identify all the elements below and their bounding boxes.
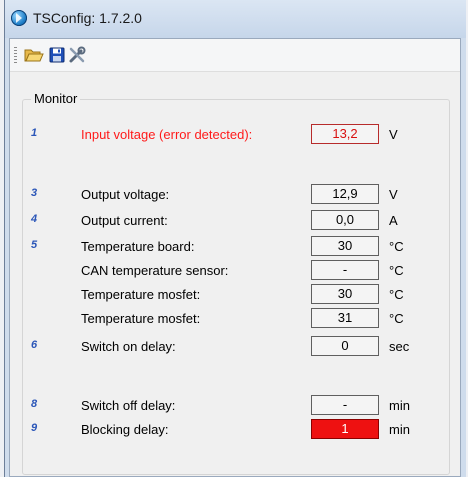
monitor-group-label: Monitor xyxy=(31,91,81,106)
row-unit: min xyxy=(389,422,410,437)
monitor-row-output-voltage: 3 Output voltage: 12,9 V xyxy=(23,184,449,206)
blocking-delay-value: 1 xyxy=(311,419,379,439)
row-index: 3 xyxy=(31,187,38,199)
toolbar-grip-icon[interactable] xyxy=(14,47,17,63)
row-label: Temperature mosfet: xyxy=(81,287,201,302)
row-label: Blocking delay: xyxy=(81,422,169,437)
row-label: Output current: xyxy=(81,213,168,228)
temperature-board-value: 30 xyxy=(311,236,379,256)
row-label: CAN temperature sensor: xyxy=(81,263,229,278)
window-title: TSConfig: 1.7.2.0 xyxy=(33,10,142,26)
temperature-mosfet-2-value: 31 xyxy=(311,308,379,328)
row-index: 8 xyxy=(31,398,38,410)
row-label: Temperature board: xyxy=(81,239,195,254)
title-bar[interactable]: TSConfig: 1.7.2.0 xyxy=(5,0,466,38)
row-index: 1 xyxy=(31,127,38,139)
tools-icon[interactable] xyxy=(67,46,87,64)
monitor-groupbox: Monitor 1 Input voltage (error detected)… xyxy=(22,91,450,475)
row-unit: min xyxy=(389,398,410,413)
monitor-row-temperature-board: 5 Temperature board: 30 °C xyxy=(23,236,449,258)
temperature-mosfet-1-value: 30 xyxy=(311,284,379,304)
monitor-row-switch-on-delay: 6 Switch on delay: 0 sec xyxy=(23,336,449,358)
row-index: 4 xyxy=(31,213,38,225)
toolbar xyxy=(10,39,460,72)
row-label: Temperature mosfet: xyxy=(81,311,201,326)
row-index: 9 xyxy=(31,422,38,434)
app-icon[interactable] xyxy=(11,10,27,26)
monitor-row-can-temperature: CAN temperature sensor: - °C xyxy=(23,260,449,282)
row-label: Switch on delay: xyxy=(81,339,176,354)
row-unit: V xyxy=(389,127,398,142)
monitor-row-temperature-mosfet-1: Temperature mosfet: 30 °C xyxy=(23,284,449,306)
monitor-row-switch-off-delay: 8 Switch off delay: - min xyxy=(23,395,449,417)
monitor-row-output-current: 4 Output current: 0,0 A xyxy=(23,210,449,232)
input-voltage-value: 13,2 xyxy=(311,124,379,144)
desktop-background: TSConfig: 1.7.2.0 Monitor 1 Input voltag… xyxy=(0,0,468,477)
can-temperature-value: - xyxy=(311,260,379,280)
client-area: Monitor 1 Input voltage (error detected)… xyxy=(9,38,461,477)
row-unit: A xyxy=(389,213,398,228)
save-disk-icon[interactable] xyxy=(47,46,67,64)
open-folder-icon[interactable] xyxy=(24,46,44,64)
row-unit: sec xyxy=(389,339,410,354)
monitor-row-temperature-mosfet-2: Temperature mosfet: 31 °C xyxy=(23,308,449,330)
monitor-row-blocking-delay: 9 Blocking delay: 1 min xyxy=(23,419,449,441)
row-unit: °C xyxy=(389,239,404,254)
row-index: 6 xyxy=(31,339,38,351)
row-unit: °C xyxy=(389,311,404,326)
output-current-value: 0,0 xyxy=(311,210,379,230)
app-window: TSConfig: 1.7.2.0 Monitor 1 Input voltag… xyxy=(4,0,466,477)
row-unit: °C xyxy=(389,287,404,302)
row-index: 5 xyxy=(31,239,38,251)
row-unit: °C xyxy=(389,263,404,278)
switch-on-delay-value: 0 xyxy=(311,336,379,356)
row-unit: V xyxy=(389,187,398,202)
switch-off-delay-value: - xyxy=(311,395,379,415)
row-label: Switch off delay: xyxy=(81,398,176,413)
output-voltage-value: 12,9 xyxy=(311,184,379,204)
monitor-row-input-voltage: 1 Input voltage (error detected): 13,2 V xyxy=(23,124,449,146)
row-label: Output voltage: xyxy=(81,187,170,202)
row-label: Input voltage (error detected): xyxy=(81,127,253,142)
